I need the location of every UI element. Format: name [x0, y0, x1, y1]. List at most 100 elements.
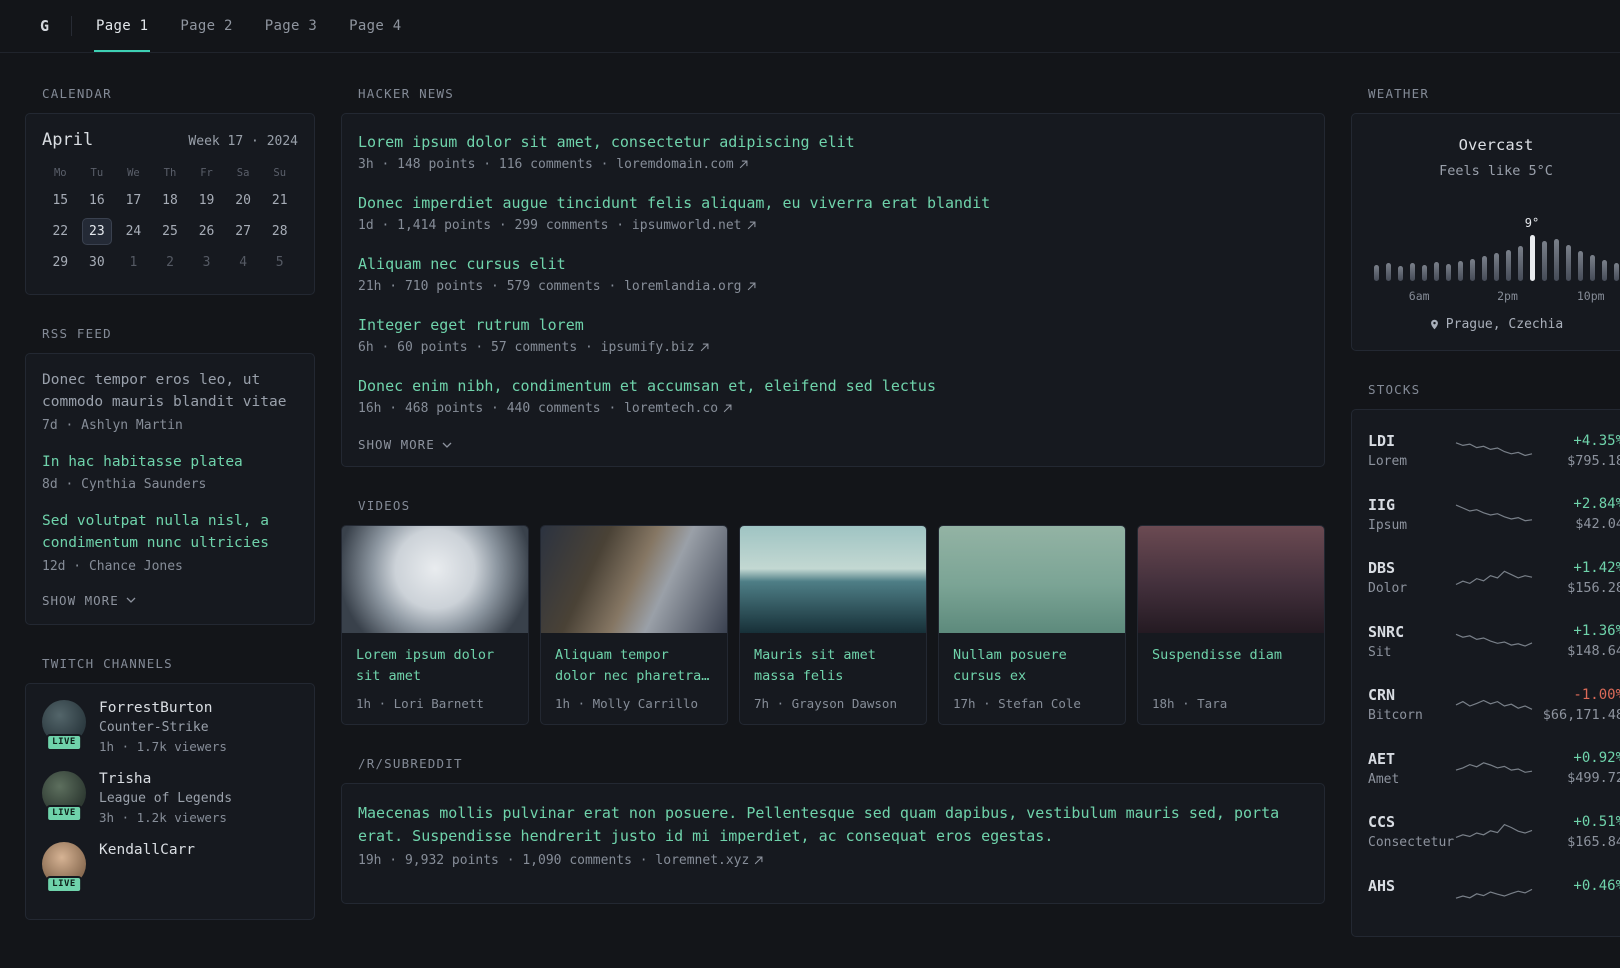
external-link-icon[interactable]: [747, 221, 756, 230]
page-tab[interactable]: Page 2: [178, 0, 234, 52]
rss-item-link[interactable]: In hac habitasse platea: [42, 452, 298, 474]
video-title: Nullam posuere cursus ex: [953, 647, 1067, 684]
hn-meta-text: 6h · 60 points · 57 comments · ipsumify.…: [358, 340, 695, 355]
hn-item-link[interactable]: Integer eget rutrum lorem: [358, 315, 1308, 336]
hn-item: Donec enim nibh, condimentum et accumsan…: [358, 376, 1308, 416]
stock-change: +4.35%: [1573, 432, 1620, 449]
calendar-day-header: Th: [163, 167, 177, 179]
weather-bar-wrap: [1397, 203, 1403, 281]
external-link-icon[interactable]: [754, 856, 763, 865]
stock-price: $795.18: [1567, 452, 1620, 469]
page-tab[interactable]: Page 3: [263, 0, 319, 52]
weather-widget: WEATHER Overcast Feels like 5°C 9° 6am 2…: [1351, 86, 1620, 351]
hn-item-link[interactable]: Donec enim nibh, condimentum et accumsan…: [358, 376, 1308, 397]
weather-time-labels: 6am 2pm 10pm: [1368, 289, 1620, 303]
videos-row: Lorem ipsum dolor sit amet consectetu… 1…: [341, 525, 1325, 725]
calendar-day: 25: [162, 224, 178, 239]
calendar-day: 4: [239, 255, 248, 270]
stock-change: +0.46%: [1573, 877, 1620, 894]
video-title: Mauris sit amet massa felis: [754, 647, 876, 684]
stock-ticker: DBS: [1368, 559, 1396, 578]
stock-values: +0.46%: [1534, 878, 1620, 913]
weather-bar: [1577, 251, 1583, 281]
weather-bar-wrap: [1541, 203, 1547, 281]
hn-item-meta: 3h · 148 points · 116 comments · loremdo…: [358, 157, 1308, 172]
external-link-icon[interactable]: [723, 404, 732, 413]
page-tab[interactable]: Page 1: [94, 0, 151, 52]
stock-name: Sit: [1368, 644, 1392, 660]
subreddit-card: Maecenas mollis pulvinar erat non posuer…: [341, 783, 1325, 904]
page-tab[interactable]: Page 4: [347, 0, 403, 52]
stock-change: +1.36%: [1573, 623, 1620, 640]
weather-bar-wrap: [1445, 203, 1451, 281]
live-badge: LIVE: [46, 804, 82, 822]
calendar-day: 23: [81, 218, 112, 245]
rss-item-link[interactable]: Sed volutpat nulla nisl, a condimentum n…: [42, 511, 298, 555]
weather-bar-wrap: [1469, 203, 1475, 281]
weather-bar-wrap: [1565, 203, 1571, 281]
calendar-card: April Week 17 · 2024 Mo Tu We Th Fr Sa Su 15 16…: [25, 113, 315, 295]
subreddit-widget: /R/SUBREDDIT Maecenas mollis pulvinar er…: [341, 756, 1325, 904]
stock-values: +0.51% $165.84: [1534, 814, 1620, 850]
hn-item-link[interactable]: Lorem ipsum dolor sit amet, consectetur …: [358, 132, 1308, 153]
hackernews-show-more-button[interactable]: SHOW MORE: [358, 437, 452, 452]
video-meta: 7h · Grayson Dawson: [754, 696, 897, 711]
calendar-day: 1: [129, 255, 138, 270]
weather-location: Prague, Czechia: [1445, 317, 1564, 332]
video-card[interactable]: Lorem ipsum dolor sit amet consectetu… 1…: [341, 525, 529, 725]
stock-sparkline: [1454, 882, 1534, 908]
external-link-icon[interactable]: [747, 282, 756, 291]
rss-show-more-button[interactable]: SHOW MORE: [42, 593, 136, 608]
weather-card: Overcast Feels like 5°C 9° 6am 2pm 10pm …: [1351, 113, 1620, 351]
stock-id: CRN Bitcorn: [1368, 686, 1454, 723]
calendar-day: 15: [52, 193, 69, 208]
video-card-body: Nullam posuere cursus ex 17h · Stefan Co…: [939, 633, 1125, 724]
stock-id: DBS Dolor: [1368, 559, 1454, 596]
app-logo[interactable]: G: [40, 17, 49, 35]
rss-item-meta: 7d · Ashlyn Martin: [42, 417, 183, 433]
twitch-channel-name: Trisha: [99, 770, 152, 787]
twitch-channel[interactable]: LIVE KendallCarr: [42, 841, 298, 893]
video-card[interactable]: Suspendisse diam 18h · Tara: [1137, 525, 1325, 725]
twitch-card: LIVE ForrestBurton Counter-Strike 1h · 1…: [25, 682, 315, 920]
stock-name: Amet: [1368, 771, 1400, 787]
stocks-widget: STOCKS LDI Lorem +4.35% $795.18 IIG Ipsu…: [1351, 382, 1620, 937]
stock-name: Bitcorn: [1368, 708, 1423, 724]
twitch-channel-info: ForrestBurton Counter-Strike 1h · 1.7k v…: [99, 700, 227, 754]
weather-bar: [1481, 256, 1487, 281]
calendar-day-header: Fr: [200, 167, 213, 179]
hn-item-link[interactable]: Donec imperdiet augue tincidunt felis al…: [358, 193, 1308, 214]
external-link-icon[interactable]: [700, 343, 709, 352]
twitch-channel[interactable]: LIVE Trisha League of Legends 3h · 1.2k …: [42, 770, 298, 825]
topbar-divider: [71, 16, 73, 36]
twitch-channel-info: Trisha League of Legends 3h · 1.2k viewe…: [99, 771, 232, 825]
weather-bar: [1505, 250, 1511, 281]
hn-meta-text: 3h · 148 points · 116 comments · loremdo…: [358, 157, 734, 172]
twitch-avatar: LIVE: [42, 770, 86, 822]
weather-bar: [1469, 259, 1475, 281]
stock-values: +2.84% $42.04: [1534, 496, 1620, 532]
stock-values: -1.00% $66,171.48: [1534, 687, 1620, 723]
center-column: HACKER NEWS Lorem ipsum dolor sit amet, …: [341, 86, 1325, 935]
stock-id: LDI Lorem: [1368, 432, 1454, 469]
calendar-day-header: Tu: [90, 167, 104, 179]
twitch-channel[interactable]: LIVE ForrestBurton Counter-Strike 1h · 1…: [42, 699, 298, 754]
twitch-section-title: TWITCH CHANNELS: [42, 655, 173, 671]
subreddit-section-title: /R/SUBREDDIT: [358, 756, 463, 771]
video-card[interactable]: Mauris sit amet massa felis 7h · Grayson…: [739, 525, 927, 725]
weather-bar-wrap: [1373, 203, 1379, 281]
rss-item-link[interactable]: Donec tempor eros leo, ut commodo mauris…: [42, 370, 298, 414]
weather-section-title: WEATHER: [1368, 86, 1430, 101]
weather-bar: [1385, 263, 1391, 281]
video-card[interactable]: Nullam posuere cursus ex 17h · Stefan Co…: [938, 525, 1126, 725]
weather-bar: [1373, 265, 1379, 281]
hn-item-link[interactable]: Aliquam nec cursus elit: [358, 254, 1308, 275]
weather-bar: [1553, 239, 1559, 281]
external-link-icon[interactable]: [739, 160, 748, 169]
video-card[interactable]: Aliquam tempor dolor nec pharetra… 1h · …: [540, 525, 728, 725]
weather-condition: Overcast: [1458, 136, 1534, 154]
stock-ticker: IIG: [1368, 495, 1396, 514]
reddit-post-link[interactable]: Maecenas mollis pulvinar erat non posuer…: [358, 802, 1308, 849]
reddit-meta-text: 19h · 9,932 points · 1,090 comments · lo…: [358, 852, 750, 868]
stock-row: AET Amet +0.92% $499.72: [1368, 737, 1620, 801]
